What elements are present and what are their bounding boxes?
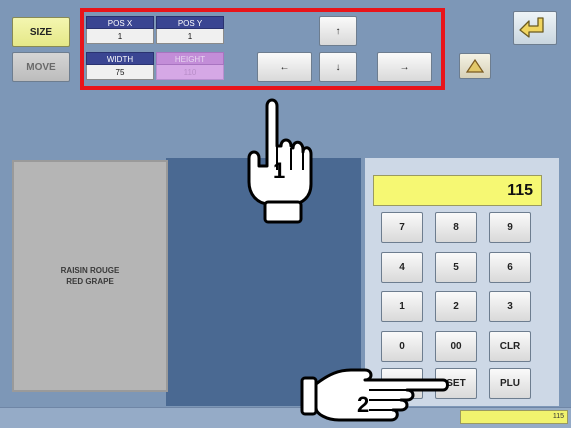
page-up-button[interactable] xyxy=(459,53,491,79)
key-4[interactable]: 4 xyxy=(381,252,423,283)
pointing-hand-right-icon xyxy=(300,368,449,422)
triangle-up-icon xyxy=(466,59,484,73)
key-7[interactable]: 7 xyxy=(381,212,423,243)
key-9[interactable]: 9 xyxy=(489,212,531,243)
key-clr[interactable]: CLR xyxy=(489,331,531,362)
key-5[interactable]: 5 xyxy=(435,252,477,283)
numeric-display: 115 xyxy=(373,175,542,206)
item-preview[interactable]: RAISIN ROUGE RED GRAPE xyxy=(12,160,168,392)
highlight-frame xyxy=(80,8,445,90)
status-value: 115 xyxy=(460,410,568,424)
key-2[interactable]: 2 xyxy=(435,291,477,322)
return-arrow-icon xyxy=(519,17,544,38)
screen: SIZE MOVE POS X 1 POS Y 1 WIDTH 75 HEIGH… xyxy=(0,0,571,428)
size-mode-button[interactable]: SIZE xyxy=(12,17,70,47)
key-8[interactable]: 8 xyxy=(435,212,477,243)
plu-button[interactable]: PLU xyxy=(489,368,531,399)
item-name-line2: RED GRAPE xyxy=(66,277,114,286)
key-1[interactable]: 1 xyxy=(381,291,423,322)
item-name-line1: RAISIN ROUGE xyxy=(60,266,120,275)
key-6[interactable]: 6 xyxy=(489,252,531,283)
back-button[interactable] xyxy=(513,11,557,45)
key-00[interactable]: 00 xyxy=(435,331,477,362)
move-mode-button[interactable]: MOVE xyxy=(12,52,70,82)
key-0[interactable]: 0 xyxy=(381,331,423,362)
key-3[interactable]: 3 xyxy=(489,291,531,322)
callout-2: 2 xyxy=(357,392,370,417)
callout-1: 1 xyxy=(273,158,286,183)
